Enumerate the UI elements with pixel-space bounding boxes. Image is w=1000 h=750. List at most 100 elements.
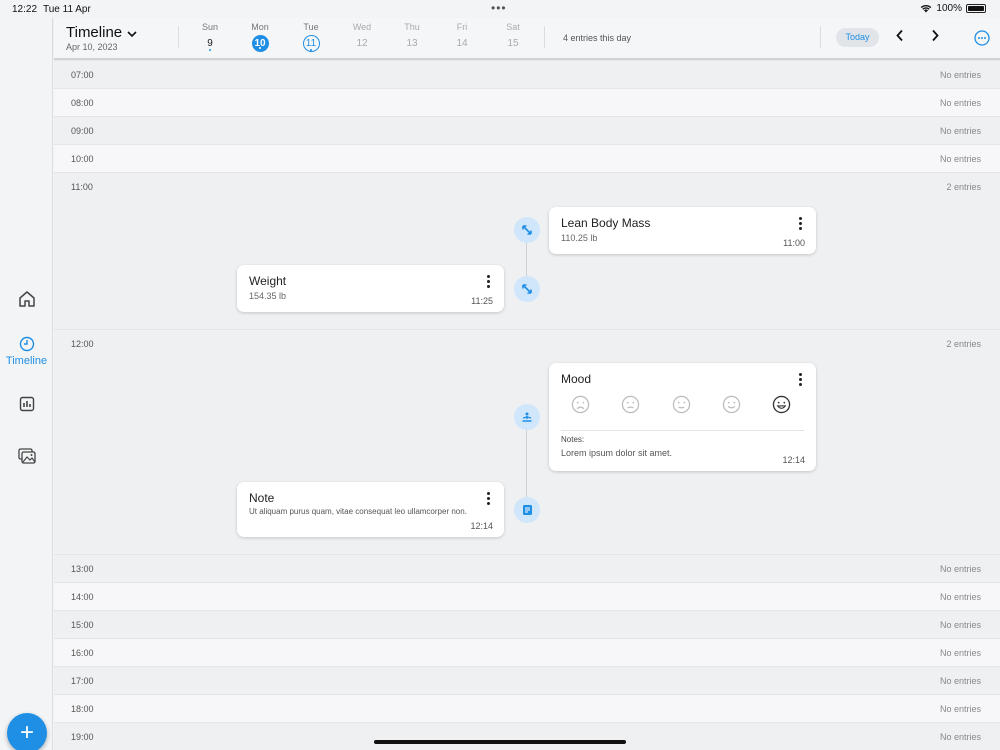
status-right: 100% bbox=[920, 3, 986, 14]
hour-row: 07:00 No entries bbox=[54, 61, 1000, 89]
note-text: Ut aliquam purus quam, vitae consequat l… bbox=[249, 507, 467, 516]
wifi-icon bbox=[921, 5, 932, 13]
hour-row: 10:00 No entries bbox=[54, 145, 1000, 173]
divider bbox=[544, 26, 545, 48]
more-options-icon[interactable] bbox=[974, 30, 990, 46]
today-button[interactable]: Today bbox=[836, 28, 879, 47]
hour-label: 14:00 bbox=[71, 592, 94, 602]
hour-label: 12:00 bbox=[71, 339, 94, 349]
entry-card-weight[interactable]: Weight 154.35 lb 11:25 bbox=[237, 265, 504, 312]
status-time: 12:22 bbox=[12, 4, 38, 15]
home-icon bbox=[18, 291, 35, 307]
day-mon[interactable]: Mon 10 bbox=[242, 22, 278, 52]
status-date: Tue 11 Apr bbox=[43, 4, 91, 15]
entry-time: 12:14 bbox=[782, 455, 805, 465]
hour-label: 09:00 bbox=[71, 126, 94, 136]
entry-menu-icon[interactable] bbox=[799, 217, 803, 232]
very-happy-face-icon[interactable] bbox=[772, 395, 791, 414]
battery-icon bbox=[966, 4, 986, 13]
sidebar: Timeline + bbox=[0, 18, 53, 750]
hour-label: 13:00 bbox=[71, 564, 94, 574]
chevron-down-icon[interactable] bbox=[127, 31, 137, 38]
happy-face-icon[interactable] bbox=[722, 395, 741, 414]
day-number-selected: 10 bbox=[251, 35, 269, 52]
entry-card-lean-body-mass[interactable]: Lean Body Mass 110.25 lb 11:00 bbox=[549, 207, 816, 254]
expand-arrows-icon bbox=[522, 225, 532, 235]
chart-icon bbox=[19, 396, 34, 412]
entry-menu-icon[interactable] bbox=[487, 275, 491, 290]
hour-row: 16:00 No entries bbox=[54, 639, 1000, 667]
sidebar-item-charts[interactable] bbox=[0, 396, 53, 412]
chevron-left-icon[interactable] bbox=[896, 29, 904, 42]
hour-entry-count: No entries bbox=[939, 70, 981, 80]
notes-label: Notes: bbox=[561, 435, 585, 444]
hour-row: 14:00 No entries bbox=[54, 583, 1000, 611]
hour-row: 08:00 No entries bbox=[54, 89, 1000, 117]
hour-entry-count: No entries bbox=[939, 676, 981, 686]
hour-label: 08:00 bbox=[71, 98, 94, 108]
hour-entry-count: 2 entries bbox=[946, 182, 981, 192]
hour-row: 18:00 No entries bbox=[54, 695, 1000, 723]
day-fri[interactable]: Fri 14 bbox=[444, 22, 480, 52]
day-name: Mon bbox=[251, 22, 269, 32]
entry-card-note[interactable]: Note Ut aliquam purus quam, vitae conseq… bbox=[237, 482, 504, 537]
entry-node bbox=[514, 404, 540, 430]
multitasking-dots-icon[interactable]: ••• bbox=[491, 1, 507, 15]
day-name: Sun bbox=[201, 22, 218, 32]
day-number: 13 bbox=[406, 38, 418, 49]
plus-icon: + bbox=[19, 719, 34, 746]
entry-time: 11:25 bbox=[471, 296, 493, 306]
hour-row: 19:00 No entries bbox=[54, 723, 1000, 750]
entry-title: Weight bbox=[249, 274, 287, 288]
day-number: 12 bbox=[356, 38, 368, 49]
meditation-icon bbox=[522, 412, 532, 422]
photos-icon bbox=[17, 448, 36, 464]
hour-label: 16:00 bbox=[71, 648, 94, 658]
divider bbox=[561, 430, 804, 431]
entry-card-mood[interactable]: Mood Notes: Lorem ipsum dolor sit amet. … bbox=[549, 363, 816, 471]
entries-summary: 4 entries this day bbox=[563, 33, 632, 43]
hour-row: 15:00 No entries bbox=[54, 611, 1000, 639]
entry-node bbox=[514, 276, 540, 302]
day-name: Sat bbox=[506, 22, 520, 32]
day-sat[interactable]: Sat 15 bbox=[495, 22, 531, 52]
day-name: Tue bbox=[303, 22, 319, 32]
add-entry-button[interactable]: + bbox=[7, 713, 47, 750]
timeline-list[interactable]: 07:00 No entries 08:00 No entries 09:00 … bbox=[54, 61, 1000, 750]
very-sad-face-icon[interactable] bbox=[571, 395, 590, 414]
entry-title: Lean Body Mass bbox=[561, 216, 651, 230]
hour-entry-count: No entries bbox=[939, 126, 981, 136]
day-number: 15 bbox=[507, 38, 519, 49]
divider bbox=[820, 26, 821, 48]
entry-title: Note bbox=[249, 491, 275, 505]
page-title: Timeline bbox=[66, 24, 123, 41]
header: Timeline Apr 10, 2023 Sun 9 Mon 10 Tue 1… bbox=[54, 18, 1000, 60]
day-name: Fri bbox=[456, 22, 468, 32]
entry-menu-icon[interactable] bbox=[799, 373, 803, 388]
hour-label: 10:00 bbox=[71, 154, 94, 164]
sidebar-item-photos[interactable] bbox=[0, 448, 53, 464]
day-number: 14 bbox=[456, 38, 468, 49]
hour-entry-count: No entries bbox=[939, 732, 981, 742]
day-name: Thu bbox=[404, 22, 420, 32]
entry-node bbox=[514, 217, 540, 243]
day-wed[interactable]: Wed 12 bbox=[344, 22, 380, 52]
entry-menu-icon[interactable] bbox=[487, 492, 491, 507]
sad-face-icon[interactable] bbox=[621, 395, 640, 414]
sidebar-item-home[interactable] bbox=[0, 290, 53, 308]
note-icon bbox=[522, 505, 532, 515]
hour-row: 13:00 No entries bbox=[54, 555, 1000, 583]
chevron-right-icon[interactable] bbox=[931, 29, 939, 42]
hour-label: 15:00 bbox=[71, 620, 94, 630]
entry-node bbox=[514, 497, 540, 523]
neutral-face-icon[interactable] bbox=[672, 395, 691, 414]
hour-row: 17:00 No entries bbox=[54, 667, 1000, 695]
view-selector[interactable]: Timeline Apr 10, 2023 bbox=[66, 24, 122, 52]
sidebar-item-timeline[interactable]: Timeline bbox=[0, 336, 53, 367]
day-tue[interactable]: Tue 11 bbox=[293, 22, 329, 52]
day-thu[interactable]: Thu 13 bbox=[394, 22, 430, 52]
home-indicator[interactable] bbox=[374, 740, 626, 744]
selected-date: Apr 10, 2023 bbox=[66, 42, 118, 52]
day-sun[interactable]: Sun 9 bbox=[192, 22, 228, 51]
hour-label: 17:00 bbox=[71, 676, 94, 686]
